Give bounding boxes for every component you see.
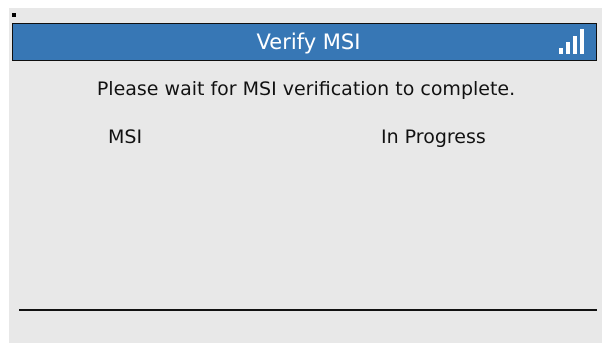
msi-status-value: In Progress bbox=[381, 126, 486, 148]
msi-label: MSI bbox=[108, 126, 143, 148]
title-bar: Verify MSI bbox=[12, 23, 597, 61]
signal-strength-icon bbox=[559, 29, 584, 54]
bottom-divider bbox=[19, 309, 597, 311]
verification-status-row: MSI In Progress bbox=[0, 120, 602, 154]
status-message: Please wait for MSI verification to comp… bbox=[96, 78, 516, 100]
page-title: Verify MSI bbox=[256, 30, 361, 54]
corner-marker bbox=[12, 13, 16, 17]
